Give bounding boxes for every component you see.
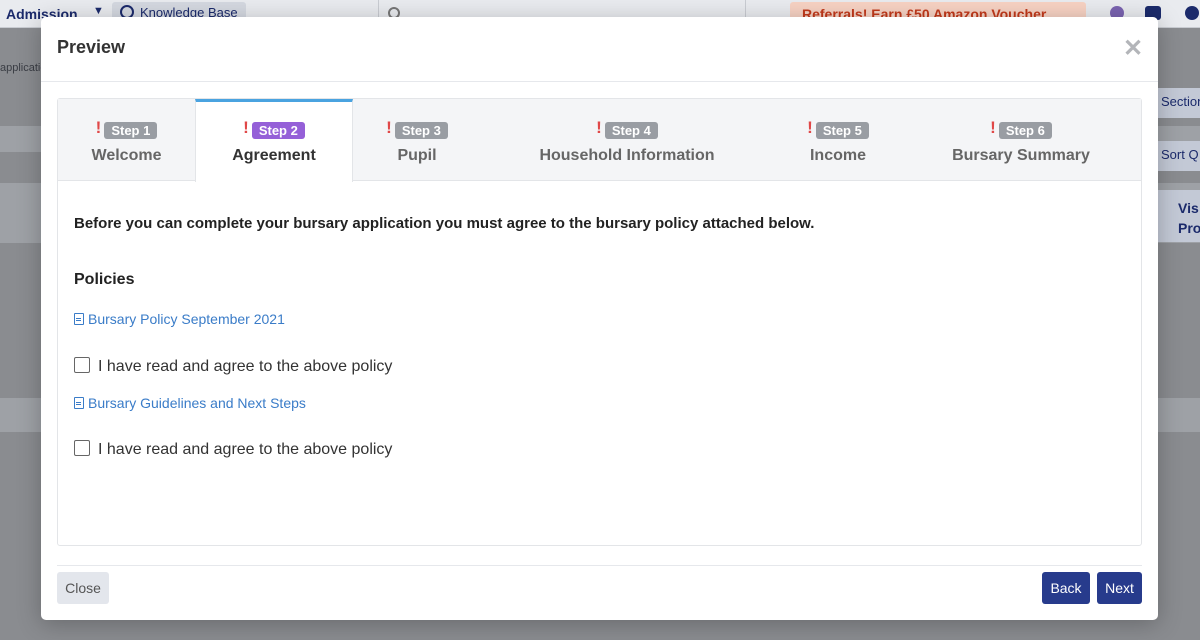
tab-step-4[interactable]: ! Step 4 Household Information: [518, 99, 736, 181]
next-button[interactable]: Next: [1097, 572, 1142, 604]
agree-checkbox[interactable]: [74, 357, 90, 373]
background-column-line: Vis: [1178, 200, 1199, 216]
tab-step-5[interactable]: ! Step 5 Income: [773, 99, 903, 181]
user-icon: [1185, 6, 1199, 20]
tab-label: Household Information: [539, 147, 715, 164]
document-icon: [74, 397, 84, 409]
step-header: ! Step 6: [931, 118, 1111, 140]
step-badge: Step 3: [394, 122, 448, 139]
policy-link[interactable]: Bursary Policy September 2021: [74, 311, 285, 327]
warning-icon: !: [243, 118, 249, 137]
step-header: ! Step 1: [58, 118, 195, 140]
agree-label: I have read and agree to the above polic…: [98, 358, 393, 375]
modal-header: Preview ✕: [41, 17, 1158, 82]
step-tabs: ! Step 1 Welcome ! Step 2 Agreement ! Step …: [58, 99, 1141, 182]
close-icon[interactable]: ✕: [1123, 37, 1143, 61]
step-badge: Step 4: [604, 122, 658, 139]
tab-step-6[interactable]: ! Step 6 Bursary Summary: [931, 99, 1111, 181]
tab-label: Bursary Summary: [952, 147, 1090, 164]
step-header: ! Step 2: [196, 118, 352, 140]
background-column-line: Pro: [1178, 220, 1200, 236]
warning-icon: !: [807, 118, 813, 137]
agree-checkbox-row[interactable]: I have read and agree to the above polic…: [74, 440, 392, 459]
warning-icon: !: [386, 118, 392, 137]
warning-icon: !: [95, 118, 102, 137]
tab-step-2[interactable]: ! Step 2 Agreement: [195, 99, 353, 182]
step-badge: Step 6: [998, 122, 1052, 139]
tab-label: Agreement: [232, 147, 316, 164]
tab-step-1[interactable]: ! Step 1 Welcome: [58, 99, 195, 181]
preview-modal: Preview ✕ ! Step 1 Welcome ! Step 2 Agreem…: [41, 17, 1158, 620]
step-badge: Step 2: [251, 122, 305, 139]
modal-title: Preview: [57, 37, 126, 57]
background-partial-text: applicatio: [0, 62, 47, 74]
background-section-button: Section: [1158, 88, 1200, 118]
tab-label: Welcome: [91, 147, 162, 164]
agree-checkbox[interactable]: [74, 440, 90, 456]
policy-link-text: Bursary Policy September 2021: [88, 311, 285, 327]
policy-link[interactable]: Bursary Guidelines and Next Steps: [74, 395, 306, 411]
step-badge: Step 1: [104, 122, 158, 139]
background-sort-button: Sort Q: [1158, 141, 1200, 171]
step-badge: Step 5: [815, 122, 869, 139]
tab-label: Pupil: [397, 147, 437, 164]
tab-label: Income: [809, 147, 866, 164]
back-button[interactable]: Back: [1042, 572, 1090, 604]
background-column-header: Vis Pro: [1158, 190, 1200, 242]
policies-heading: Policies: [74, 271, 135, 288]
step-header: ! Step 4: [518, 118, 736, 140]
agree-checkbox-row[interactable]: I have read and agree to the above polic…: [74, 357, 392, 376]
warning-icon: !: [596, 118, 602, 137]
footer-divider: [57, 565, 1142, 566]
tab-step-3[interactable]: ! Step 3 Pupil: [353, 99, 481, 181]
close-button[interactable]: Close: [57, 572, 109, 604]
caret-down-icon: ▼: [93, 5, 104, 17]
intro-text: Before you can complete your bursary app…: [74, 215, 815, 232]
wizard-panel: ! Step 1 Welcome ! Step 2 Agreement ! Step …: [57, 98, 1142, 546]
step-header: ! Step 3: [353, 118, 481, 140]
document-icon: [74, 313, 84, 325]
policy-link-text: Bursary Guidelines and Next Steps: [88, 395, 306, 411]
step-header: ! Step 5: [773, 118, 903, 140]
agree-label: I have read and agree to the above polic…: [98, 441, 393, 458]
warning-icon: !: [990, 118, 996, 137]
